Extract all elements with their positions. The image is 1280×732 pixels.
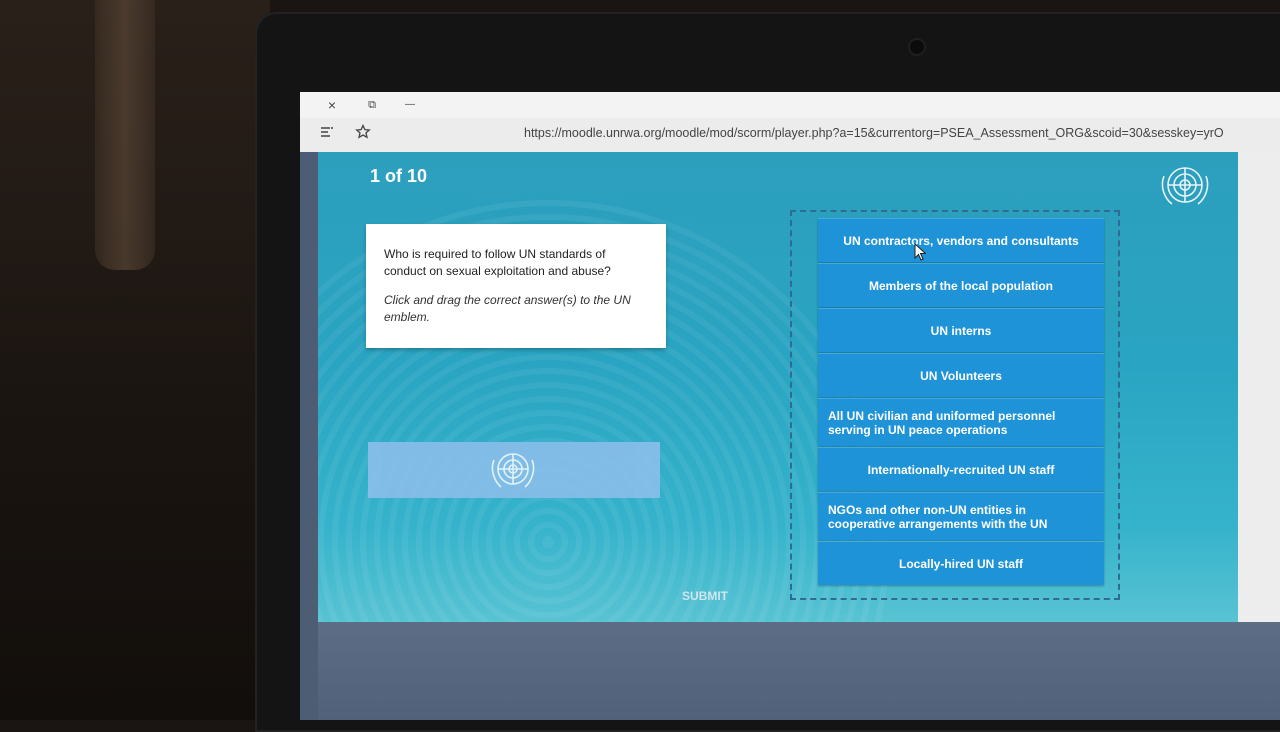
question-text: Who is required to follow UN standards o… (384, 247, 611, 278)
laptop-screen: × ⧉ — https://moodle.unrwa.org/moodle/mo… (300, 92, 1280, 720)
answer-option[interactable]: Members of the local population (818, 263, 1104, 307)
favorite-star-icon[interactable] (352, 123, 374, 146)
background-curtain (95, 0, 155, 270)
browser-titlebar: × ⧉ — (300, 92, 1280, 118)
answer-option[interactable]: UN contractors, vendors and consultants (818, 218, 1104, 262)
player-footer (318, 622, 1280, 720)
answer-option[interactable]: All UN civilian and uniformed personnel … (818, 398, 1104, 446)
answer-list: UN contractors, vendors and consultants … (818, 218, 1104, 586)
question-instruction: Click and drag the correct answer(s) to … (384, 293, 631, 324)
question-counter: 1 of 10 (370, 166, 428, 186)
un-emblem-drop-target[interactable] (368, 442, 660, 498)
browser-toolbar: https://moodle.unrwa.org/moodle/mod/scor… (300, 118, 1280, 153)
mouse-cursor-icon (914, 243, 926, 261)
webcam (910, 40, 924, 54)
answer-option[interactable]: NGOs and other non-UN entities in cooper… (818, 492, 1104, 540)
frame-right-gap (1238, 152, 1280, 622)
un-emblem-icon (491, 453, 535, 488)
address-bar[interactable]: https://moodle.unrwa.org/moodle/mod/scor… (524, 126, 1280, 140)
minimize-window-button[interactable]: — (400, 96, 420, 114)
scorm-content: 1 of 10 Who is required to follow UN sta… (318, 152, 1238, 622)
reading-list-icon[interactable] (316, 124, 338, 146)
answer-option[interactable]: Internationally-recruited UN staff (818, 447, 1104, 491)
un-emblem-icon (1161, 167, 1209, 205)
answer-option[interactable]: UN interns (818, 308, 1104, 352)
submit-button[interactable]: SUBMIT (682, 589, 728, 603)
question-card: Who is required to follow UN standards o… (366, 224, 666, 348)
answer-option[interactable]: UN Volunteers (818, 353, 1104, 397)
close-window-button[interactable]: × (322, 96, 342, 114)
restore-window-button[interactable]: ⧉ (362, 96, 382, 114)
frame-left-border (300, 152, 318, 720)
answer-option[interactable]: Locally-hired UN staff (818, 541, 1104, 585)
